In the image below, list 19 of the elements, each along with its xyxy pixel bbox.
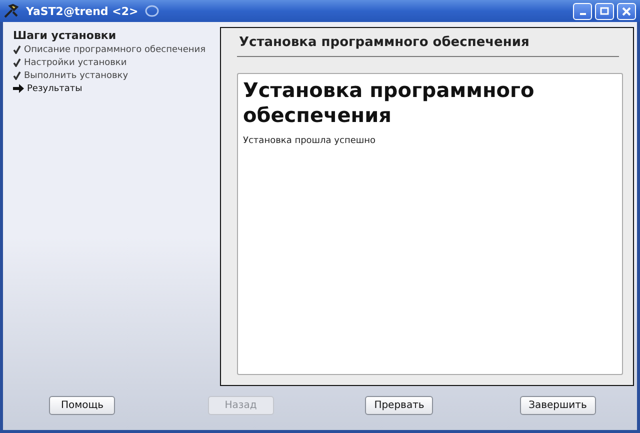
sidebar-title: Шаги установки <box>13 29 118 42</box>
dialog-button[interactable]: Прервать <box>365 396 434 414</box>
step-label: Выполнить установку <box>24 70 128 80</box>
minimize-button[interactable] <box>573 2 592 20</box>
step-label: Настройки установки <box>24 58 127 68</box>
maximize-icon <box>600 7 609 15</box>
result-message: Установка прошла успешно <box>243 136 376 146</box>
step-label: Описание программного обеспечения <box>24 44 206 54</box>
panel-title: Установка программного обеспечения <box>237 28 619 57</box>
close-icon <box>622 6 631 16</box>
maximize-button[interactable] <box>595 2 614 20</box>
app-icon <box>4 4 20 18</box>
window-title: YaST2@trend <2> <box>26 4 138 18</box>
result-heading: Установка программного обеспечения <box>243 78 536 128</box>
arrow-right-icon <box>13 84 24 93</box>
step-label: Результаты <box>27 84 82 94</box>
close-button[interactable] <box>617 2 636 20</box>
dialog-button[interactable]: Помощь <box>49 396 116 414</box>
dialog-button[interactable]: Завершить <box>520 396 596 414</box>
